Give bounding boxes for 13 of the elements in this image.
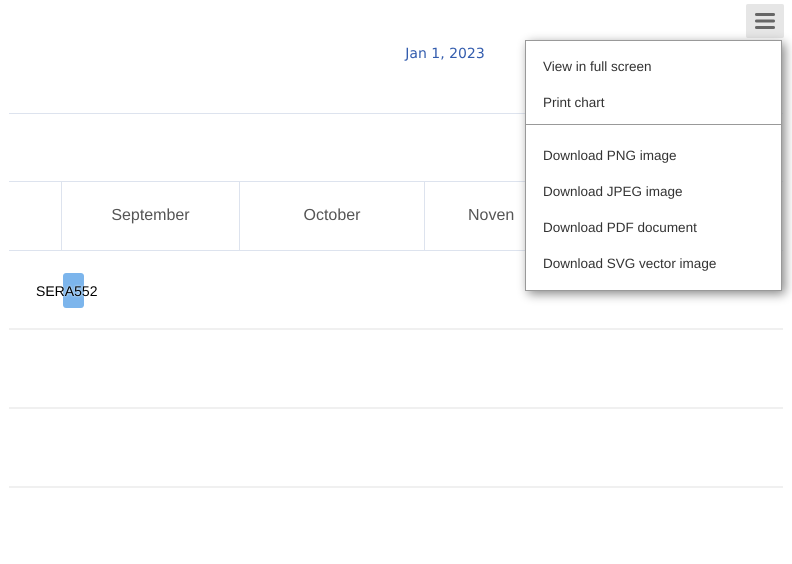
menu-icon — [754, 12, 776, 30]
menu-item[interactable]: Download SVG vector image — [526, 246, 781, 282]
menu-item[interactable]: Print chart — [526, 85, 781, 121]
column-header: October — [240, 182, 425, 250]
task-label: SERA552 — [36, 283, 98, 299]
menu-button[interactable] — [746, 4, 784, 38]
menu-item[interactable]: Download PDF document — [526, 210, 781, 246]
column-header: September — [62, 182, 240, 250]
chart-title: Jan 1, 2023 — [405, 46, 485, 62]
menu-item[interactable]: Download JPEG image — [526, 174, 781, 210]
menu-item[interactable]: Download PNG image — [526, 138, 781, 174]
menu-item[interactable]: View in full screen — [526, 49, 781, 85]
column-header: Noven — [467, 206, 516, 226]
